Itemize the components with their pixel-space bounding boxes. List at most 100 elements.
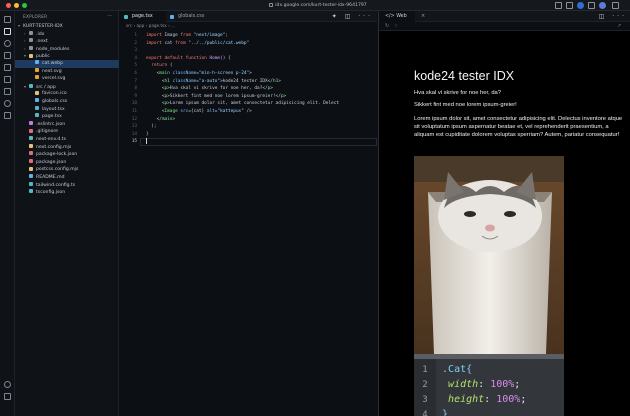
code-card-line: 1 .Cat{ [414,362,564,377]
extensions-view-icon[interactable] [4,76,11,83]
open-external-icon[interactable]: ↗ [617,23,621,29]
code-card-line-number: 1 [422,365,428,375]
preview-actions[interactable]: ◫ ··· [599,11,627,22]
tree-item[interactable]: cat.webp [15,60,119,68]
tree-item-label: tsconfig.json [36,190,66,196]
tree-item-label: next.config.mjs [36,144,72,150]
project-idx-icon[interactable] [4,88,11,95]
explorer-icon[interactable] [4,28,11,35]
tree-item[interactable]: package-lock.json [15,151,119,159]
code-line: ); [146,124,157,130]
run-debug-icon[interactable] [4,64,11,71]
folder-icon [29,46,33,51]
address-bar[interactable]: idx.google.com/kurt-tester-idx-9641797 [248,2,388,9]
account-avatar[interactable] [599,2,606,9]
search-icon[interactable] [4,40,11,47]
line-number: 4 [134,55,137,61]
tab-label: globals.css [178,14,205,19]
code-card-line: 2 width: 100%; [414,377,564,392]
downloads-icon[interactable] [588,2,595,9]
close-tab-icon[interactable]: × [421,11,425,22]
browser-toolbar: idx.google.com/kurt-tester-idx-9641797 [0,0,630,11]
file-icon [35,90,39,95]
css-value: 100% [490,379,515,390]
tree-item[interactable]: vercel.svg [15,75,119,83]
line-number: 1 [134,33,137,38]
css-selector: } [442,409,449,416]
tab-page-tsx[interactable]: page.tsx [120,11,166,22]
tree-item[interactable]: › node_modules [15,45,119,53]
tree-item[interactable]: README.md [15,174,119,182]
tree-item[interactable]: tailwind.config.ts [15,181,119,190]
tree-item[interactable]: globals.css [15,98,119,106]
settings-gear-icon[interactable] [4,393,11,400]
hamburger-menu-icon[interactable] [4,16,11,23]
tree-item-label: next.svg [42,68,62,74]
tree-item-label: page.tsx [42,114,62,120]
line-numbers: 1 2 3 4 5 6 7 8 9 10 11 12 13 14 15 [120,32,140,146]
css-property: width [448,379,479,390]
cat-image: 1 .Cat{2 width: 100%; 3 height: 100%; 4 } [414,156,564,416]
line-number: 15 [131,139,137,145]
css-file-icon [170,15,174,19]
bookmark-icon[interactable] [566,2,573,9]
tree-item[interactable]: next.config.mjs [15,143,119,152]
back-icon[interactable]: ‹ [395,23,397,29]
menu-icon[interactable] [612,2,619,9]
tree-item-label: next-env.d.ts [36,137,66,142]
web-preview-panel: </> Web × ◫ ··· ↻ ‹ ↗ kode24 tester IDX … [378,11,630,416]
more-actions-icon[interactable]: ··· [107,13,112,19]
file-icon [29,181,33,186]
tree-item[interactable]: tsconfig.json [15,189,119,197]
tree-item[interactable]: ▾ public [15,52,119,60]
tree-item-label: .gitignore [36,129,58,135]
css-code-card: 1 .Cat{2 width: 100%; 3 height: 100%; 4 } [414,362,564,416]
tab-web-preview[interactable]: </> Web [379,11,415,22]
file-icon [29,136,33,141]
tab-globals-css[interactable]: globals.css [166,11,218,22]
file-icon [29,143,33,148]
line-number: 10 [131,101,137,107]
file-icon [29,159,33,164]
file-icon [29,174,33,179]
tree-item-label: .eslintrc.json [36,121,66,127]
code-content[interactable]: import Image from "next/image"; import c… [146,32,376,146]
code-line: export default function Home() { [146,55,231,61]
ai-assistant-icon[interactable] [4,100,11,107]
tree-item[interactable]: next-env.d.ts [15,136,119,144]
minimize-window-icon[interactable] [14,3,19,8]
code-line [146,138,376,146]
close-window-icon[interactable] [6,3,11,8]
code-line: <p>Hva skal vi skrive for noe her, da?</… [146,86,273,92]
file-icon [29,166,33,171]
maximize-window-icon[interactable] [22,3,27,8]
folder-icon [29,84,33,89]
line-number: 8 [134,86,137,92]
tree-item[interactable]: layout.tsx [15,105,119,114]
editor-actions[interactable]: ✦ ◫ ··· [332,11,373,22]
account-icon[interactable] [4,381,11,388]
code-editor: page.tsx globals.css ✦ ◫ ··· src › app ›… [120,11,377,416]
tree-item[interactable]: next.svg [15,67,119,76]
tree-item-label: src / app [36,84,56,90]
tree-item-label: globals.css [42,99,68,104]
breadcrumb: src › app › page.tsx › ... [126,23,176,28]
code-card-line: 3 height: 100%; [414,392,564,407]
tree-item[interactable]: ▾ src / app [15,83,119,91]
tree-item[interactable]: page.tsx [15,113,119,121]
extensions-icon[interactable] [555,2,562,9]
tree-item[interactable]: favicon.ico [15,90,119,98]
tree-item[interactable]: .eslintrc.json [15,121,119,129]
code-line: return ( [151,63,173,69]
project-root-folder[interactable]: ▾ KURT-TESTER-IDX [15,22,119,30]
source-control-icon[interactable] [4,52,11,59]
tree-item[interactable]: › .idx [15,30,119,38]
line-number: 6 [134,70,137,76]
tree-item[interactable]: .gitignore [15,128,119,136]
profile-avatar[interactable] [577,2,584,9]
tree-item[interactable]: postcss.config.mjs [15,166,119,174]
reload-icon[interactable]: ↻ [385,23,389,29]
tree-item[interactable]: › .next [15,37,119,45]
tree-item[interactable]: package.json [15,159,119,167]
outline-icon[interactable] [4,112,11,119]
